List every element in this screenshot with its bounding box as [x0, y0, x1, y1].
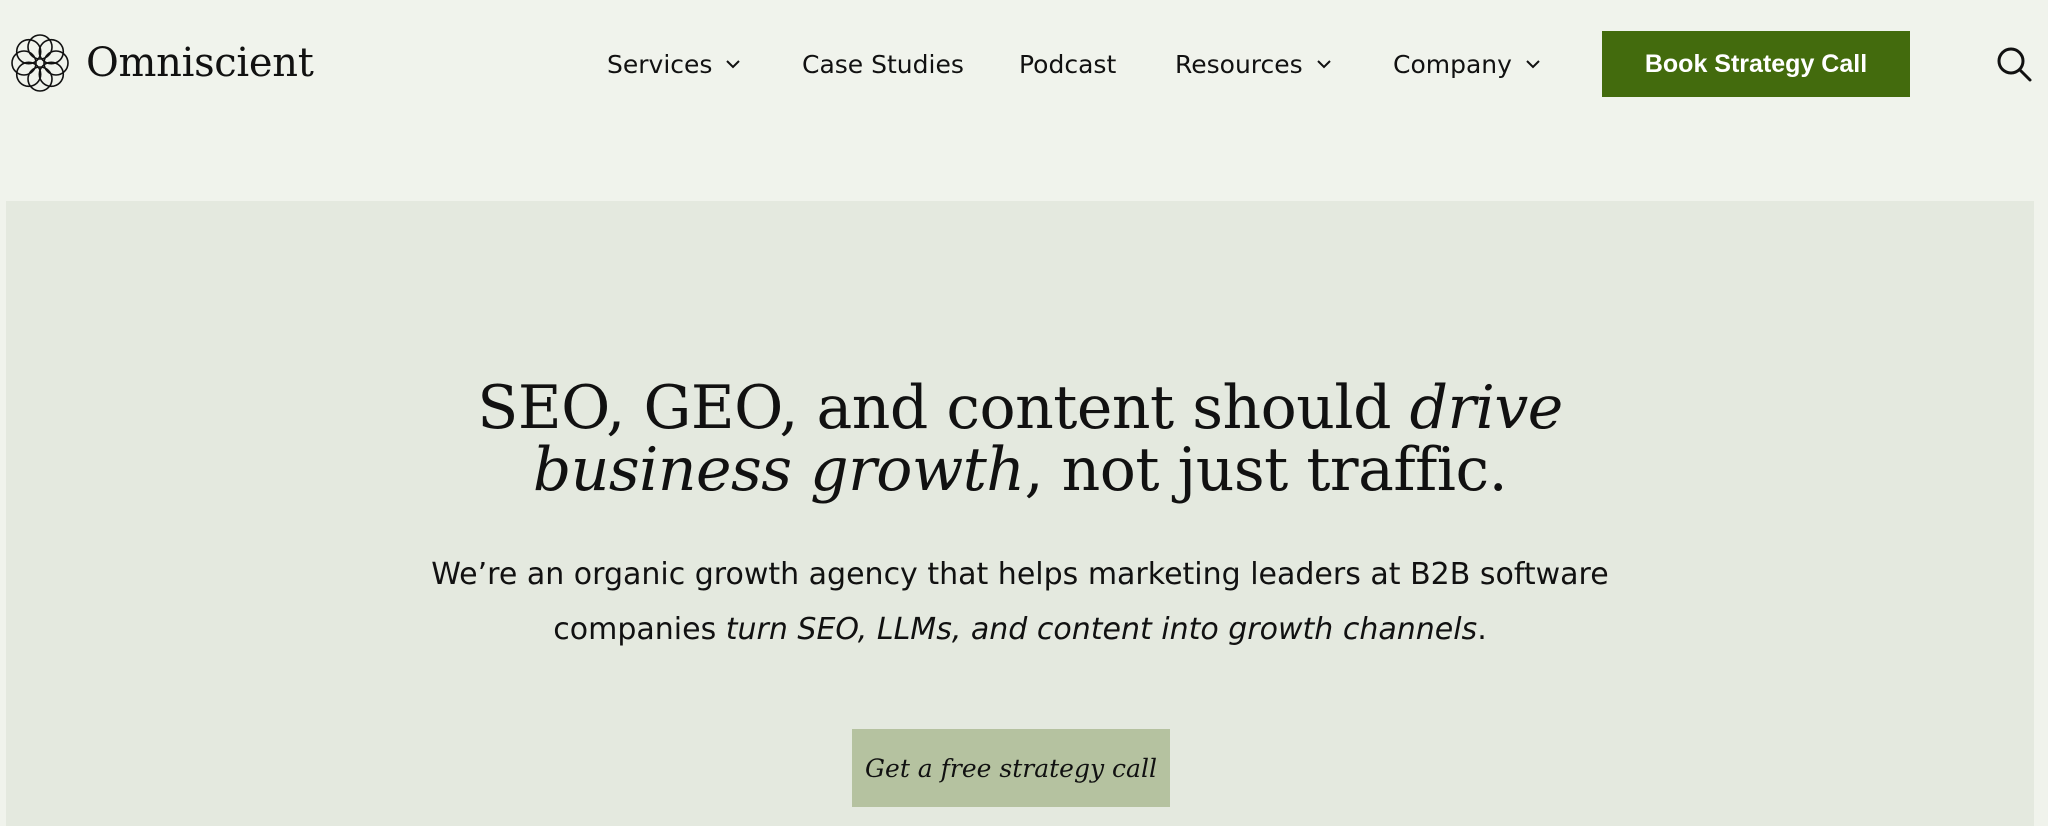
- search-icon: [1997, 47, 2032, 82]
- hero-subtext: We’re an organic growth agency that help…: [6, 547, 2034, 657]
- headline-emphasis: drive: [1409, 373, 1564, 443]
- chevron-down-icon: [1526, 60, 1540, 69]
- nav-item-company[interactable]: Company: [1393, 40, 1542, 88]
- nav-item-label: Podcast: [1019, 49, 1117, 79]
- hero-headline: SEO, GEO, and content should drive busin…: [6, 377, 2034, 501]
- subtext-line: We’re an organic growth agency that help…: [431, 557, 1609, 592]
- headline-text: SEO, GEO, and content should: [477, 373, 1410, 443]
- subtext-emphasis: turn SEO, LLMs, and content into growth …: [725, 612, 1478, 647]
- chevron-down-icon: [1316, 60, 1331, 69]
- nav-item-label: Resources: [1175, 49, 1303, 79]
- nav-item-label: Company: [1393, 49, 1512, 79]
- free-strategy-call-button[interactable]: Get a free strategy call: [852, 729, 1170, 807]
- nav-item-services[interactable]: Services: [607, 40, 742, 88]
- subtext-text: companies: [553, 612, 726, 647]
- nav-item-case-studies[interactable]: Case Studies: [802, 40, 964, 88]
- headline-emphasis: business growth: [532, 435, 1025, 505]
- nav-item-label: Case Studies: [802, 49, 964, 79]
- site-header: Omniscient Services Case Studies Podcast…: [0, 0, 2048, 128]
- nav-item-resources[interactable]: Resources: [1175, 40, 1333, 88]
- subtext-text: .: [1477, 612, 1487, 647]
- search-button[interactable]: [1994, 44, 2034, 84]
- headline-text: , not just traffic.: [1024, 435, 1508, 505]
- hero-section: SEO, GEO, and content should drive busin…: [6, 201, 2034, 826]
- book-strategy-call-button[interactable]: Book Strategy Call: [1602, 31, 1910, 97]
- nav-item-podcast[interactable]: Podcast: [1019, 40, 1116, 88]
- chevron-down-icon: [726, 60, 741, 69]
- nav-item-label: Services: [607, 49, 713, 79]
